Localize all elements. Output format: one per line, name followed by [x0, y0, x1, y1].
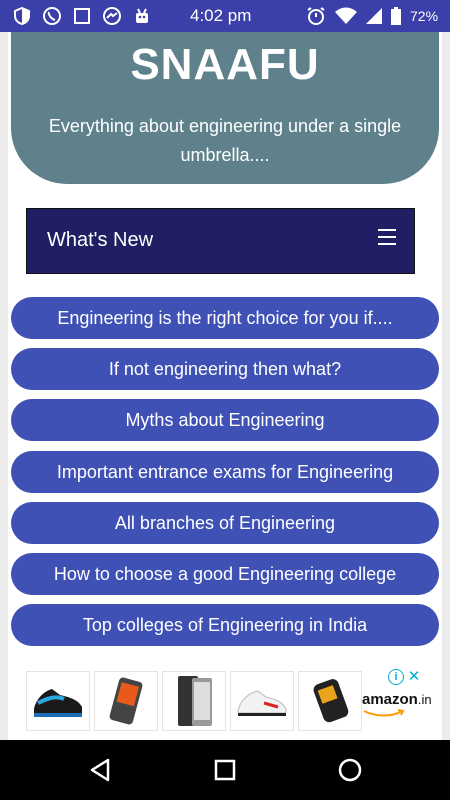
- signal-icon: [364, 6, 384, 26]
- site-tagline: Everything about engineering under a sin…: [48, 116, 402, 165]
- site-header: SNAAFU Everything about engineering unde…: [11, 32, 439, 184]
- messenger-icon: [102, 6, 122, 26]
- recents-circle-icon[interactable]: [336, 756, 364, 784]
- shield-icon: [12, 6, 32, 26]
- back-icon[interactable]: [86, 756, 114, 784]
- system-nav-bar: [0, 740, 450, 800]
- link-button-if-not-engineering[interactable]: If not engineering then what?: [11, 348, 439, 390]
- ad-item-shoe[interactable]: [26, 671, 90, 731]
- web-page[interactable]: SNAAFU Everything about engineering unde…: [0, 32, 450, 740]
- status-bar: 4:02 pm 72%: [0, 0, 450, 32]
- hamburger-icon[interactable]: [378, 229, 396, 245]
- amazon-logo[interactable]: amazon.in: [362, 691, 432, 721]
- status-time: 4:02 pm: [190, 6, 252, 25]
- nav-title: What's New: [47, 229, 154, 251]
- nav-bar: What's New: [26, 208, 415, 274]
- close-icon[interactable]: ✕: [406, 669, 422, 685]
- ad-item-phone[interactable]: [94, 671, 158, 731]
- battery-icon: [390, 6, 402, 26]
- link-button-top-colleges[interactable]: Top colleges of Engineering in India: [11, 604, 439, 646]
- link-button-right-choice[interactable]: Engineering is the right choice for you …: [11, 297, 439, 339]
- battery-level: 72%: [410, 8, 439, 24]
- home-square-icon[interactable]: [211, 756, 239, 784]
- link-button-entrance-exams[interactable]: Important entrance exams for Engineering: [11, 451, 439, 493]
- site-title: SNAAFU: [130, 40, 320, 89]
- square-icon: [72, 6, 92, 26]
- android-bug-icon: [132, 6, 152, 26]
- whatsapp-icon: [42, 6, 62, 26]
- ad-choices[interactable]: i ✕: [388, 669, 424, 687]
- link-button-branches[interactable]: All branches of Engineering: [11, 502, 439, 544]
- link-button-choose-college[interactable]: How to choose a good Engineering college: [11, 553, 439, 595]
- info-icon[interactable]: i: [388, 669, 404, 685]
- link-button-myths[interactable]: Myths about Engineering: [11, 399, 439, 441]
- ad-item-shoe[interactable]: [230, 671, 294, 731]
- ad-item-phone[interactable]: [298, 671, 362, 731]
- ad-item-phone[interactable]: [162, 671, 226, 731]
- ad-banner[interactable]: i ✕ amazon.in: [26, 669, 432, 733]
- wifi-icon: [334, 6, 358, 26]
- alarm-icon: [306, 6, 326, 26]
